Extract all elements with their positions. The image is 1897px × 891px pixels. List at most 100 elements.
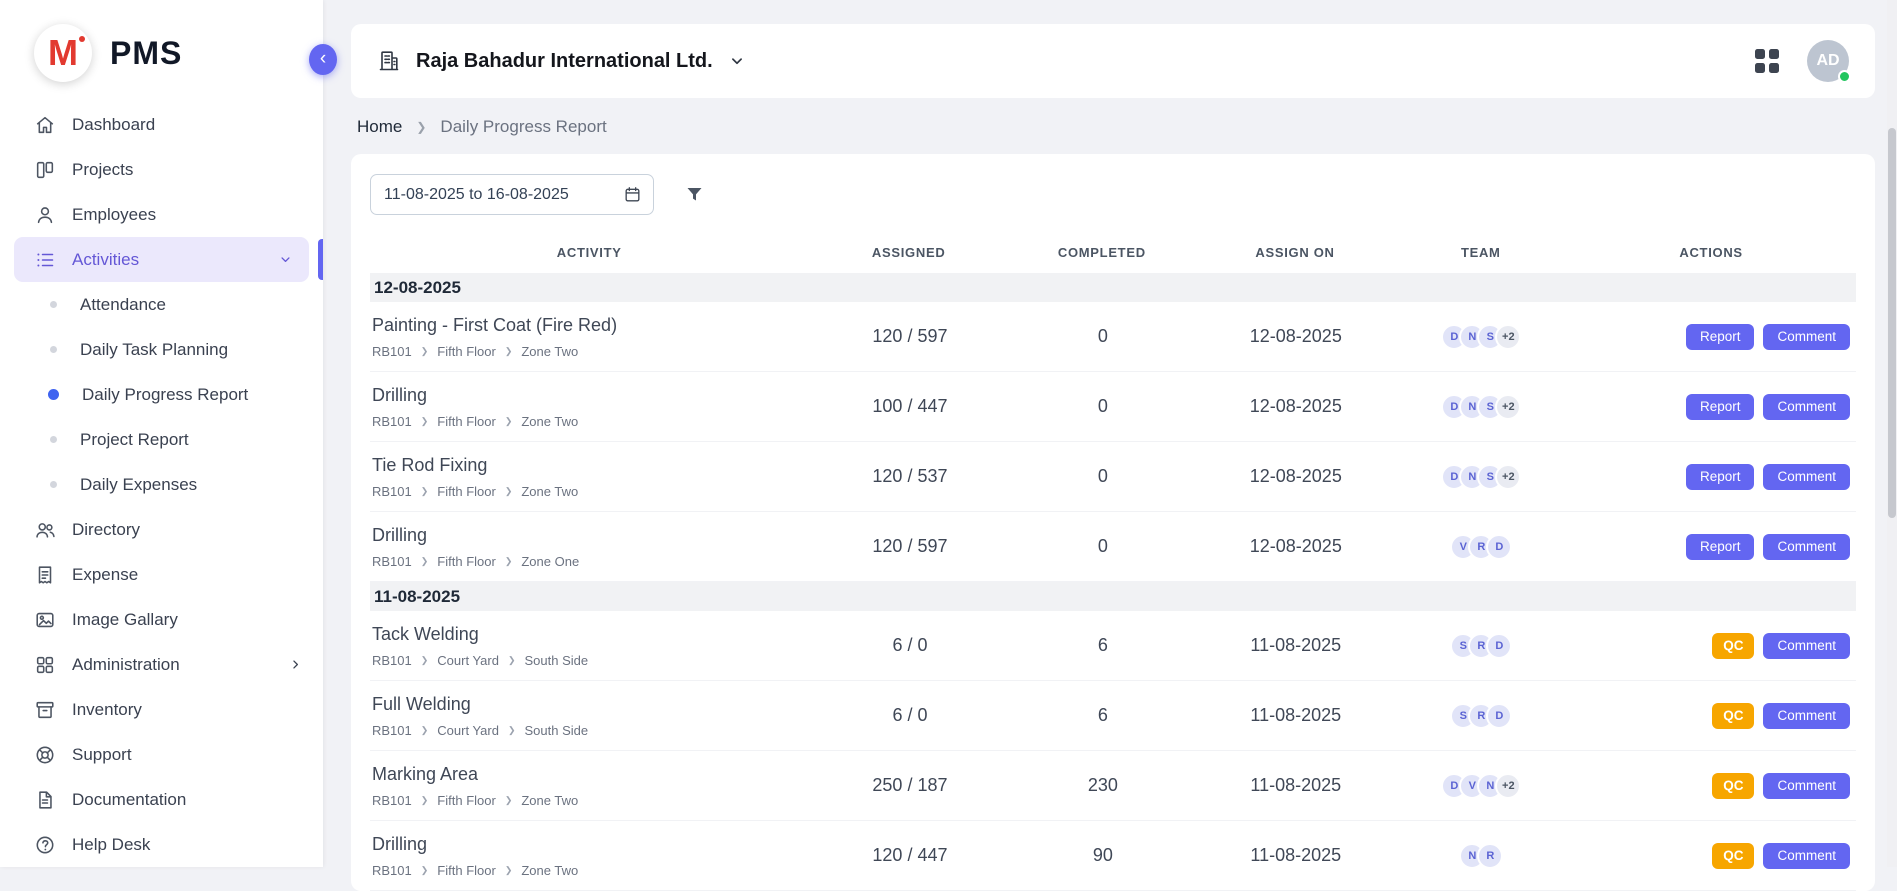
assigned-value: 120 / 597 bbox=[810, 536, 1010, 557]
completed-value: 6 bbox=[1010, 635, 1196, 656]
logo-icon: M bbox=[34, 24, 92, 82]
bullet-dot-icon bbox=[50, 481, 57, 488]
sidebar-item-label: Image Gallary bbox=[72, 610, 178, 630]
date-range-input[interactable]: 11-08-2025 to 16-08-2025 bbox=[370, 174, 654, 215]
table-row: Tack WeldingRB101❯Court Yard❯South Side6… bbox=[370, 611, 1856, 681]
bullet-dot-icon bbox=[48, 389, 59, 400]
sidebar-subitem-daily-expenses[interactable]: Daily Expenses bbox=[0, 462, 323, 507]
chevron-right-icon: ❯ bbox=[505, 486, 513, 497]
sidebar-item-activities[interactable]: Activities bbox=[14, 237, 309, 282]
assign-on-date: 12-08-2025 bbox=[1196, 396, 1396, 417]
sidebar-subitem-daily-progress-report[interactable]: Daily Progress Report bbox=[0, 372, 323, 417]
row-actions: Report Comment bbox=[1567, 324, 1856, 350]
activity-name: Marking Area bbox=[372, 764, 810, 785]
column-team: TEAM bbox=[1395, 245, 1566, 260]
path-part: Court Yard bbox=[437, 653, 499, 668]
path-part: Fifth Floor bbox=[437, 863, 496, 878]
row-actions: Report Comment bbox=[1567, 394, 1856, 420]
sidebar-item-dashboard[interactable]: Dashboard bbox=[0, 102, 323, 147]
assigned-value: 120 / 597 bbox=[810, 326, 1010, 347]
comment-button[interactable]: Comment bbox=[1763, 534, 1850, 560]
report-button[interactable]: Report bbox=[1686, 394, 1755, 420]
activity-name: Drilling bbox=[372, 385, 810, 406]
sidebar-item-label: Inventory bbox=[72, 700, 142, 720]
activity-path: RB101❯Court Yard❯South Side bbox=[372, 723, 810, 738]
chevron-right-icon: ❯ bbox=[505, 556, 513, 567]
qc-button[interactable]: QC bbox=[1712, 843, 1754, 869]
comment-button[interactable]: Comment bbox=[1763, 703, 1850, 729]
sidebar-item-help-desk[interactable]: Help Desk bbox=[0, 822, 323, 867]
user-avatar[interactable]: AD bbox=[1807, 40, 1849, 82]
row-actions: Report Comment bbox=[1567, 464, 1856, 490]
sidebar-item-image-gallary[interactable]: Image Gallary bbox=[0, 597, 323, 642]
sidebar-item-inventory[interactable]: Inventory bbox=[0, 687, 323, 732]
app-logo[interactable]: M PMS bbox=[0, 0, 323, 100]
sidebar-item-administration[interactable]: Administration bbox=[0, 642, 323, 687]
projects-icon bbox=[34, 159, 56, 181]
filter-funnel-icon[interactable] bbox=[684, 184, 705, 205]
comment-button[interactable]: Comment bbox=[1763, 843, 1850, 869]
sidebar-item-employees[interactable]: Employees bbox=[0, 192, 323, 237]
column-assigned: ASSIGNED bbox=[808, 245, 1009, 260]
qc-button[interactable]: QC bbox=[1712, 703, 1754, 729]
activity-path: RB101❯Fifth Floor❯Zone Two bbox=[372, 484, 810, 499]
comment-button[interactable]: Comment bbox=[1763, 394, 1850, 420]
completed-value: 90 bbox=[1010, 845, 1196, 866]
path-part: Fifth Floor bbox=[437, 484, 496, 499]
chevron-down-icon bbox=[728, 52, 746, 70]
assign-on-date: 12-08-2025 bbox=[1196, 466, 1396, 487]
sidebar-item-documentation[interactable]: Documentation bbox=[0, 777, 323, 822]
comment-button[interactable]: Comment bbox=[1763, 773, 1850, 799]
breadcrumb-current: Daily Progress Report bbox=[440, 117, 606, 137]
report-button[interactable]: Report bbox=[1686, 534, 1755, 560]
sidebar-subitem-label: Project Report bbox=[80, 430, 189, 450]
qc-button[interactable]: QC bbox=[1712, 633, 1754, 659]
comment-button[interactable]: Comment bbox=[1763, 324, 1850, 350]
chevron-right-icon: ❯ bbox=[421, 865, 429, 876]
chevron-right-icon: ❯ bbox=[421, 795, 429, 806]
activity-path: RB101❯Fifth Floor❯Zone Two bbox=[372, 414, 810, 429]
chevron-right-icon: ❯ bbox=[505, 795, 513, 806]
comment-button[interactable]: Comment bbox=[1763, 464, 1850, 490]
sidebar-item-directory[interactable]: Directory bbox=[0, 507, 323, 552]
date-range-value: 11-08-2025 to 16-08-2025 bbox=[384, 186, 569, 204]
table-header: ACTIVITY ASSIGNED COMPLETED ASSIGN ON TE… bbox=[370, 231, 1856, 273]
sidebar-subitem-attendance[interactable]: Attendance bbox=[0, 282, 323, 327]
sidebar-collapse-button[interactable]: ‹ bbox=[309, 44, 337, 75]
comment-button[interactable]: Comment bbox=[1763, 633, 1850, 659]
scrollbar-thumb[interactable] bbox=[1888, 128, 1896, 518]
report-button[interactable]: Report bbox=[1686, 464, 1755, 490]
row-actions: QC Comment bbox=[1567, 773, 1856, 799]
chevron-right-icon: ❯ bbox=[421, 346, 429, 357]
sidebar-subitem-daily-task-planning[interactable]: Daily Task Planning bbox=[0, 327, 323, 372]
sidebar-item-support[interactable]: Support bbox=[0, 732, 323, 777]
report-button[interactable]: Report bbox=[1686, 324, 1755, 350]
activity-path: RB101❯Court Yard❯South Side bbox=[372, 653, 810, 668]
chevron-right-icon: ❯ bbox=[421, 416, 429, 427]
team-avatar: D bbox=[1486, 703, 1512, 729]
path-part: South Side bbox=[525, 723, 589, 738]
table-row: Full WeldingRB101❯Court Yard❯South Side6… bbox=[370, 681, 1856, 751]
sidebar-item-label: Administration bbox=[72, 655, 180, 675]
help-icon bbox=[34, 834, 56, 856]
user-icon bbox=[34, 204, 56, 226]
assigned-value: 120 / 447 bbox=[810, 845, 1010, 866]
path-part: RB101 bbox=[372, 344, 412, 359]
sidebar-subitem-project-report[interactable]: Project Report bbox=[0, 417, 323, 462]
date-group-header: 11-08-2025 bbox=[370, 582, 1856, 611]
row-actions: QC Comment bbox=[1567, 633, 1856, 659]
scrollbar-track[interactable] bbox=[1887, 0, 1897, 867]
sidebar-item-projects[interactable]: Projects bbox=[0, 147, 323, 192]
team-avatars: DNS+2 bbox=[1396, 394, 1567, 420]
list-icon bbox=[34, 249, 56, 271]
apps-grid-icon[interactable] bbox=[1755, 49, 1779, 73]
path-part: Zone Two bbox=[521, 484, 578, 499]
building-icon bbox=[377, 49, 401, 73]
company-selector[interactable]: Raja Bahadur International Ltd. bbox=[377, 49, 746, 73]
path-part: Court Yard bbox=[437, 723, 499, 738]
sidebar-item-label: Projects bbox=[72, 160, 133, 180]
team-avatars: VRD bbox=[1396, 534, 1567, 560]
sidebar-item-expense[interactable]: Expense bbox=[0, 552, 323, 597]
qc-button[interactable]: QC bbox=[1712, 773, 1754, 799]
breadcrumb-home[interactable]: Home bbox=[357, 117, 402, 137]
